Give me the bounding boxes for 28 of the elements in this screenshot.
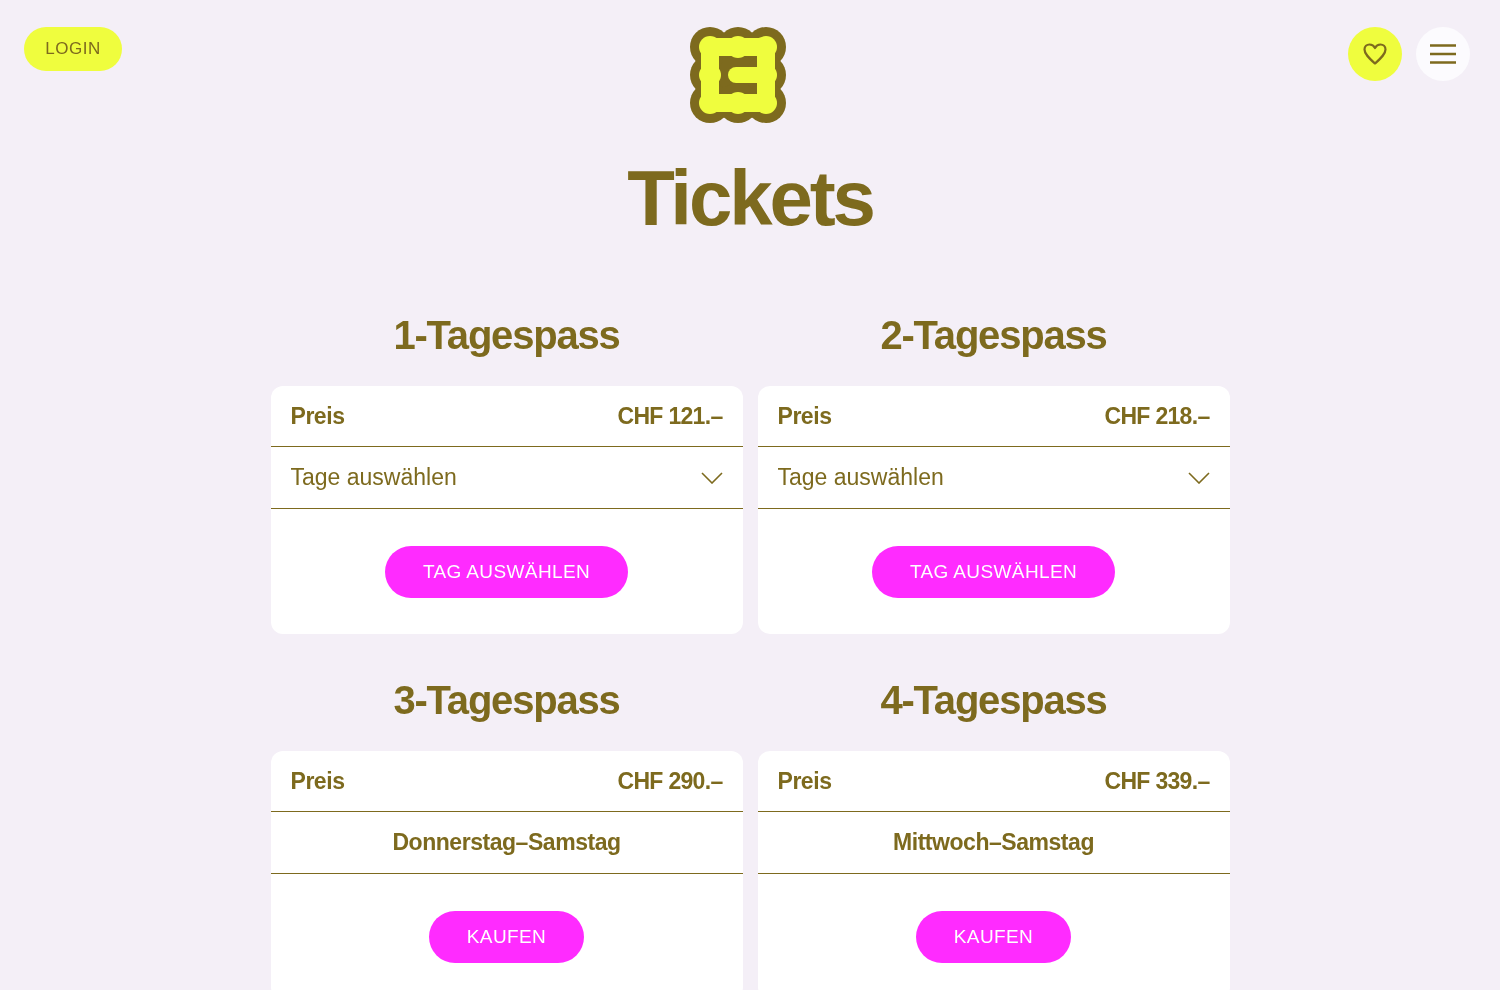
pass-title: 3-Tagespass [393, 677, 620, 724]
select-day-button[interactable]: TAG AUSWÄHLEN [384, 546, 629, 598]
login-button[interactable]: LOGIN [24, 27, 122, 71]
price-label: Preis [777, 766, 832, 796]
pass-title: 4-Tagespass [880, 677, 1107, 724]
logo-icon[interactable] [689, 27, 786, 123]
price-label: Preis [777, 401, 832, 431]
days-range: Mittwoch–Samstag [893, 828, 1094, 858]
price-value: CHF 218.– [1104, 401, 1210, 431]
price-value: CHF 339.– [1104, 766, 1210, 796]
buy-button[interactable]: KAUFEN [915, 911, 1072, 963]
pass-title: 1-Tagespass [393, 312, 620, 359]
price-label: Preis [290, 766, 345, 796]
heart-icon [1363, 43, 1387, 65]
days-dropdown[interactable]: Tage auswählen [270, 447, 743, 509]
page-title: Tickets [627, 159, 873, 237]
chevron-down-icon [1187, 471, 1210, 484]
chevron-down-icon [700, 471, 723, 484]
days-range: Donnerstag–Samstag [392, 828, 621, 858]
menu-icon [1430, 44, 1456, 64]
price-value: CHF 121.– [617, 401, 723, 431]
price-label: Preis [290, 401, 345, 431]
pass-title: 2-Tagespass [880, 312, 1107, 359]
buy-button[interactable]: KAUFEN [428, 911, 585, 963]
favorites-button[interactable] [1348, 27, 1402, 81]
days-dropdown[interactable]: Tage auswählen [757, 447, 1230, 509]
price-value: CHF 290.– [617, 766, 723, 796]
select-day-button[interactable]: TAG AUSWÄHLEN [871, 546, 1116, 598]
